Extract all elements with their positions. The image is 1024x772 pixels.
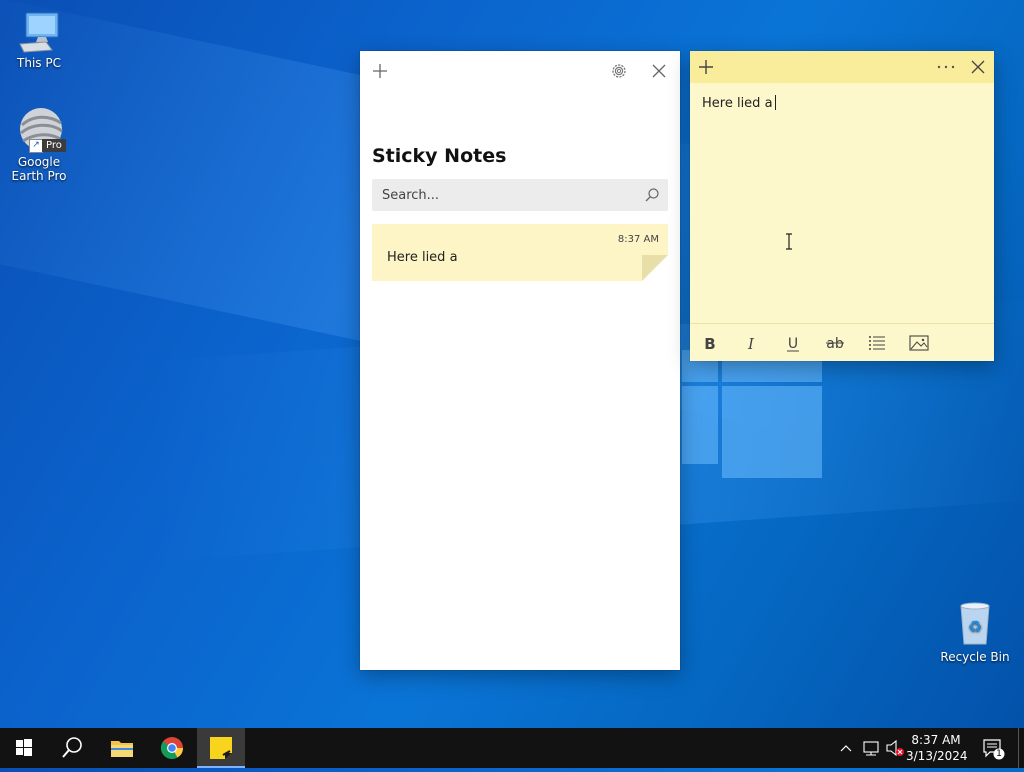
plus-icon <box>699 60 713 74</box>
windows-icon <box>16 739 32 756</box>
chevron-up-icon <box>840 745 852 752</box>
search-icon <box>62 737 82 758</box>
pro-badge: Pro <box>42 139 66 152</box>
note-preview-text: Here lied a <box>387 250 458 265</box>
italic-icon: I <box>747 335 755 353</box>
recycle-bin-icon: ♻ <box>955 602 995 648</box>
image-icon <box>909 335 929 351</box>
settings-button[interactable] <box>609 61 629 81</box>
search-input[interactable] <box>382 179 632 211</box>
note-corner-fold <box>642 255 668 281</box>
volume-muted-icon <box>886 739 904 757</box>
clock-date: 3/13/2024 <box>906 749 968 763</box>
text-cursor-icon <box>786 233 792 250</box>
sticky-notes-icon <box>210 737 232 759</box>
list-titlebar <box>360 51 680 91</box>
bold-button[interactable]: B <box>698 333 722 353</box>
sticky-note-window: Here lied a B I U ab <box>690 51 994 361</box>
desktop-icon-label: Google Earth Pro <box>11 155 67 183</box>
svg-text:B: B <box>704 335 715 353</box>
svg-text:U: U <box>788 336 798 352</box>
close-icon <box>971 60 985 74</box>
desktop-icon-recycle-bin[interactable]: ♻ Recycle Bin <box>935 602 1015 664</box>
sticky-notes-taskbar-button[interactable] <box>197 728 245 768</box>
close-note-button[interactable] <box>968 57 988 77</box>
text-caret <box>774 95 776 110</box>
show-hidden-icons-button[interactable] <box>836 728 856 768</box>
bold-icon: B <box>704 335 715 353</box>
toolbar-divider <box>690 323 994 324</box>
search-box[interactable] <box>372 179 668 211</box>
strikethrough-button[interactable]: ab <box>823 333 847 353</box>
new-note-button[interactable] <box>696 57 716 77</box>
desktop-icon-this-pc[interactable]: This PC <box>0 10 79 70</box>
sticky-notes-list-window: Sticky Notes 8:37 AM Here lied a <box>360 51 680 670</box>
search-button[interactable] <box>48 728 96 768</box>
volume-button[interactable] <box>884 728 906 768</box>
more-options-icon <box>937 65 955 69</box>
gear-icon <box>612 64 626 78</box>
note-text: Here lied a <box>702 96 773 111</box>
bullet-list-button[interactable] <box>865 333 889 353</box>
svg-text:♻: ♻ <box>968 617 982 636</box>
strikethrough-icon: ab <box>826 336 844 352</box>
desktop-icon-google-earth-pro[interactable]: ↗ Pro Google Earth Pro <box>0 107 79 183</box>
desktop-icon-label: Recycle Bin <box>940 650 1010 664</box>
chrome-button[interactable] <box>148 728 196 768</box>
network-icon <box>863 741 879 756</box>
note-header <box>690 51 994 83</box>
plus-icon <box>373 64 387 78</box>
show-desktop-button[interactable] <box>1018 728 1024 768</box>
notification-icon <box>983 739 1005 760</box>
google-earth-icon: ↗ Pro <box>15 107 66 153</box>
desktop-icon-label: This PC <box>17 56 61 70</box>
network-button[interactable] <box>860 728 882 768</box>
clock[interactable]: 8:37 AM 3/13/2024 <box>906 732 968 764</box>
bullet-list-icon <box>869 336 885 350</box>
menu-button[interactable] <box>934 57 958 77</box>
taskbar: 8:37 AM 3/13/2024 1 <box>0 728 1024 768</box>
clock-time: 8:37 AM <box>911 733 961 747</box>
computer-icon <box>16 10 62 54</box>
shortcut-arrow-icon: ↗ <box>29 139 43 153</box>
new-note-button[interactable] <box>370 61 390 81</box>
page-title: Sticky Notes <box>372 145 507 167</box>
folder-icon <box>111 741 133 757</box>
chrome-icon <box>160 737 183 759</box>
svg-text:ab: ab <box>826 336 844 352</box>
note-list-item[interactable]: 8:37 AM Here lied a <box>372 224 668 281</box>
windows-logo-wallpaper <box>682 346 822 480</box>
file-explorer-button[interactable] <box>98 728 146 768</box>
start-button[interactable] <box>0 728 48 768</box>
notification-count-badge: 1 <box>996 749 1002 759</box>
add-image-button[interactable] <box>907 333 931 353</box>
note-timestamp: 8:37 AM <box>617 234 659 245</box>
svg-text:I: I <box>747 335 755 353</box>
note-editor[interactable]: Here lied a <box>702 95 776 111</box>
italic-button[interactable]: I <box>739 333 763 353</box>
underline-icon: U <box>787 336 799 352</box>
close-icon <box>652 64 666 78</box>
action-center-button[interactable]: 1 <box>978 728 1010 768</box>
search-icon[interactable] <box>644 187 660 203</box>
underline-button[interactable]: U <box>781 333 805 353</box>
close-list-button[interactable] <box>649 61 669 81</box>
